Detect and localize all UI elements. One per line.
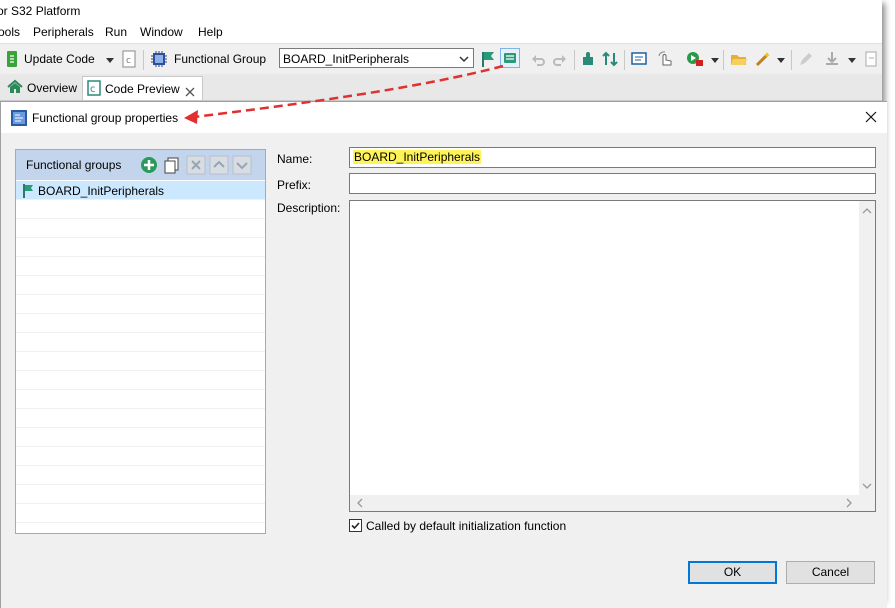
- empty-list-row: [16, 333, 265, 352]
- called-by-default-label: Called by default initialization functio…: [366, 519, 567, 533]
- scroll-up-icon[interactable]: [859, 203, 875, 219]
- menu-peripherals[interactable]: Peripherals: [33, 25, 94, 39]
- title-bar: or S32 Platform: [0, 0, 882, 22]
- tab-overview-label: Overview: [27, 81, 78, 95]
- empty-list-row: [16, 276, 265, 295]
- empty-list-row: [16, 409, 265, 428]
- name-input[interactable]: BOARD_InitPeripherals: [349, 147, 876, 168]
- open-folder-icon[interactable]: [730, 50, 748, 71]
- description-horizontal-scrollbar[interactable]: [350, 495, 875, 511]
- menu-tools[interactable]: ools: [0, 25, 20, 39]
- prefix-input[interactable]: [349, 173, 876, 194]
- empty-list-row: [16, 428, 265, 447]
- functional-group-item-label: BOARD_InitPeripherals: [38, 184, 165, 198]
- move-down-button[interactable]: [232, 155, 252, 175]
- empty-list-row: [16, 504, 265, 523]
- remove-group-button[interactable]: [186, 155, 206, 175]
- pen-icon[interactable]: [797, 50, 815, 71]
- s32-app-icon: [11, 110, 27, 129]
- called-by-default-checkbox[interactable]: [349, 519, 362, 532]
- scroll-left-icon[interactable]: [352, 495, 368, 511]
- empty-list-row: [16, 238, 265, 257]
- window-title: or S32 Platform: [0, 4, 81, 18]
- debug-dropdown-icon[interactable]: [711, 53, 719, 67]
- dialog-title: Functional group properties: [32, 111, 179, 125]
- functional-group-properties-dialog: Functional group properties Functional g…: [0, 101, 887, 608]
- description-label: Description:: [277, 201, 341, 215]
- home-icon: [7, 79, 23, 102]
- dialog-title-bar: Functional group properties: [1, 102, 887, 133]
- close-icon[interactable]: [865, 111, 877, 126]
- debug-run-icon[interactable]: [686, 50, 706, 71]
- update-code-icon[interactable]: [5, 50, 19, 71]
- tab-code-preview[interactable]: c Code Preview: [82, 76, 203, 100]
- functional-groups-panel: Functional groups BOARD_InitPeripherals: [15, 149, 266, 534]
- menu-help[interactable]: Help: [198, 25, 223, 39]
- undo-icon[interactable]: [530, 50, 546, 71]
- chevron-down-icon: [459, 53, 469, 67]
- tab-overview[interactable]: Overview: [3, 76, 79, 100]
- empty-list-row: [16, 371, 265, 390]
- empty-list-row: [16, 219, 265, 238]
- wand-dropdown-icon[interactable]: [777, 53, 785, 67]
- name-input-value: BOARD_InitPeripherals: [353, 150, 482, 164]
- tab-code-preview-label: Code Preview: [105, 82, 180, 96]
- empty-list-row: [16, 257, 265, 276]
- menu-bar: ools Peripherals Run Window Help: [0, 22, 882, 43]
- functional-group-item[interactable]: BOARD_InitPeripherals: [16, 181, 265, 200]
- functional-group-label: Functional Group: [174, 52, 267, 66]
- empty-list-row: [16, 485, 265, 504]
- functional-groups-header: Functional groups: [16, 150, 265, 180]
- empty-list-row: [16, 295, 265, 314]
- description-textarea[interactable]: [349, 200, 876, 512]
- checkmark-icon: [351, 522, 360, 530]
- main-toolbar: Update Code c Functional Group BOARD_Ini…: [0, 43, 882, 74]
- export-icon[interactable]: [863, 50, 879, 71]
- empty-list-row: [16, 466, 265, 485]
- wand-icon[interactable]: [754, 50, 772, 71]
- empty-list-row: [16, 314, 265, 333]
- group-properties-button[interactable]: [500, 48, 520, 68]
- name-label: Name:: [277, 152, 313, 166]
- download-dropdown-icon[interactable]: [848, 53, 856, 67]
- prefix-label: Prefix:: [277, 178, 312, 192]
- move-up-button[interactable]: [209, 155, 229, 175]
- empty-list-row: [16, 447, 265, 466]
- menu-run[interactable]: Run: [105, 25, 127, 39]
- console-icon[interactable]: [630, 50, 648, 71]
- svg-text:c: c: [90, 84, 96, 95]
- puzzle-icon[interactable]: [580, 50, 596, 71]
- update-code-button[interactable]: Update Code: [24, 52, 95, 66]
- svg-text:c: c: [126, 56, 131, 66]
- hand-icon[interactable]: [657, 50, 675, 71]
- flag-icon[interactable]: [480, 50, 496, 71]
- functional-group-select-value: BOARD_InitPeripherals: [283, 52, 410, 66]
- empty-list-row: [16, 352, 265, 371]
- update-code-dropdown-icon[interactable]: [106, 53, 114, 67]
- description-vertical-scrollbar[interactable]: [859, 201, 875, 496]
- add-group-button[interactable]: [139, 155, 159, 175]
- sort-arrows-icon[interactable]: [602, 50, 618, 71]
- code-file-icon[interactable]: c: [122, 50, 136, 71]
- ok-button[interactable]: OK: [688, 561, 777, 584]
- redo-icon[interactable]: [552, 50, 568, 71]
- functional-groups-title: Functional groups: [26, 158, 122, 172]
- editor-tabs: Overview c Code Preview: [0, 74, 882, 101]
- chip-icon[interactable]: [150, 50, 168, 71]
- scroll-down-icon[interactable]: [859, 478, 875, 494]
- menu-window[interactable]: Window: [140, 25, 183, 39]
- empty-list-row: [16, 390, 265, 409]
- cancel-button[interactable]: Cancel: [786, 561, 875, 584]
- functional-group-select[interactable]: BOARD_InitPeripherals: [279, 48, 474, 68]
- copy-group-button[interactable]: [162, 155, 182, 175]
- empty-list-row: [16, 200, 265, 219]
- scroll-right-icon[interactable]: [841, 495, 857, 511]
- code-preview-icon: c: [87, 80, 101, 103]
- download-icon[interactable]: [823, 50, 841, 71]
